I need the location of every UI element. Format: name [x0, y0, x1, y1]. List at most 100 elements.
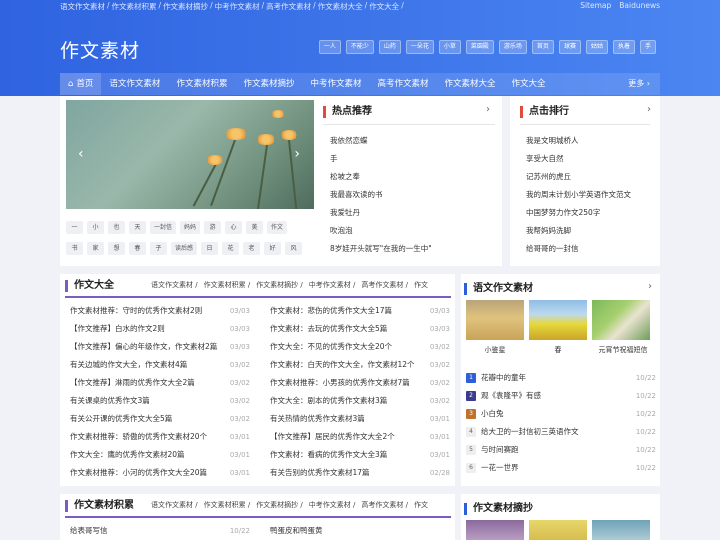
tab[interactable]: 作文素材积累 /	[204, 500, 251, 510]
thumbnail-caption[interactable]: 小鉴星	[466, 345, 524, 355]
list-item[interactable]: 作文素材：去玩的优秀作文大全5篇 03/03	[270, 320, 450, 338]
keyword-tag[interactable]: 老	[243, 242, 261, 255]
list-item[interactable]: 我爱牡丹	[330, 204, 432, 222]
list-item[interactable]: 我帮妈妈洗脚	[526, 222, 631, 240]
nav-item[interactable]: 作文素材大全	[437, 73, 504, 95]
thumbnail-caption[interactable]: 元宵节祝福短信	[592, 345, 654, 355]
nav-item[interactable]: 高考作文素材	[369, 73, 436, 95]
nav-item[interactable]: 作文大全	[504, 73, 554, 95]
tab[interactable]: 作文素材摘抄 /	[256, 280, 303, 290]
tab[interactable]: 中考作文素材 /	[309, 280, 356, 290]
list-item[interactable]: 我最喜欢读的书	[330, 186, 432, 204]
site-logo[interactable]: 作文素材	[60, 36, 140, 63]
nav-home[interactable]: ⌂ 首页	[60, 73, 102, 95]
keyword-tag[interactable]: 日	[201, 242, 219, 255]
keyword-tag[interactable]: 春	[129, 242, 146, 255]
list-item[interactable]: 【作文推荐】偏心的年级作文，作文素材2篇 03/03	[70, 338, 250, 356]
tab[interactable]: 作文	[414, 500, 428, 510]
thumbnail-image[interactable]	[466, 300, 524, 340]
list-item[interactable]: 给哥哥的一封信	[526, 240, 631, 258]
thumbnail-image[interactable]	[529, 520, 587, 540]
keyword-tag[interactable]: 风	[285, 242, 303, 255]
list-item[interactable]: 有关公开课的优秀作文大全5篇 03/02	[70, 410, 250, 428]
list-item[interactable]: 作文大全：剧本的优秀作文素材3篇 03/02	[270, 392, 450, 410]
tab[interactable]: 作文素材积累 /	[204, 280, 251, 290]
nav-item[interactable]: 作文素材积累	[168, 73, 235, 95]
thumbnail-image[interactable]	[592, 520, 650, 540]
chevron-left-icon[interactable]: ‹	[78, 146, 84, 162]
crumb-link[interactable]: 高考作文素材	[266, 1, 311, 12]
list-item[interactable]: 我依然恋蝶	[330, 132, 432, 150]
tag-link[interactable]: 一朵花	[405, 40, 434, 54]
nav-item[interactable]: 作文素材摘抄	[235, 73, 302, 95]
list-item[interactable]: 有关告别的优秀作文素材17篇 02/28	[270, 464, 450, 482]
nav-item[interactable]: 语文作文素材	[101, 73, 168, 95]
list-item[interactable]: 作文素材：白天的作文大全，作文素材12个 03/02	[270, 356, 450, 374]
tab[interactable]: 高考作文素材 /	[361, 500, 408, 510]
list-item[interactable]: 3 小白兔 10/22	[466, 405, 656, 423]
thumbnail-caption[interactable]: 春	[529, 345, 587, 355]
tab[interactable]: 语文作文素材 /	[151, 280, 198, 290]
keyword-tag[interactable]: 美	[246, 221, 264, 234]
list-item[interactable]: 作文大全：不见的优秀作文大全20个 03/02	[270, 338, 450, 356]
list-item[interactable]: 4 给大卫的一封信初三英语作文 10/22	[466, 423, 656, 441]
keyword-tag[interactable]: 子	[150, 242, 167, 255]
tab[interactable]: 中考作文素材 /	[309, 500, 356, 510]
list-item[interactable]: 手	[330, 150, 432, 168]
tag-link[interactable]: 菜園殿	[465, 40, 494, 54]
keyword-tag[interactable]: 游	[204, 221, 222, 234]
list-item[interactable]: 作文素材推荐：小河的优秀作文大全20篇 03/01	[70, 464, 250, 482]
thumbnail-image[interactable]	[529, 300, 587, 340]
chevron-right-icon[interactable]: ›	[486, 104, 490, 115]
chevron-right-icon[interactable]: ›	[647, 104, 651, 115]
tag-link[interactable]: 首页	[531, 40, 554, 54]
chevron-right-icon[interactable]: ›	[648, 281, 652, 292]
tag-link[interactable]: 球赛	[558, 40, 581, 54]
featured-slider-image[interactable]: ‹ ›	[66, 100, 314, 209]
list-item[interactable]: 记苏州的虎丘	[526, 168, 631, 186]
tab[interactable]: 语文作文素材 /	[151, 500, 198, 510]
keyword-tag[interactable]: 花	[222, 242, 240, 255]
list-item[interactable]: 有关边城的作文大全，作文素材4篇 03/02	[70, 356, 250, 374]
tag-link[interactable]: 山药	[378, 40, 401, 54]
keyword-tag[interactable]: 小	[87, 221, 104, 234]
list-item[interactable]: 作文大全：鹰的优秀作文素材20篇 03/01	[70, 446, 250, 464]
keyword-tag[interactable]: 天	[129, 221, 146, 234]
tag-link[interactable]: 一人	[318, 40, 341, 54]
crumb-link[interactable]: 作文素材摘抄	[163, 1, 208, 12]
keyword-tag[interactable]: 妈妈	[180, 221, 201, 234]
list-item[interactable]: 鸭蛋皮和鸭蛋黄	[270, 522, 450, 540]
list-item[interactable]: 【作文推荐】淋雨的优秀作文大全2篇 03/02	[70, 374, 250, 392]
tag-link[interactable]: 小草	[438, 40, 461, 54]
keyword-tag[interactable]: 也	[108, 221, 125, 234]
list-item[interactable]: 【作文推荐】白水的作文2则 03/03	[70, 320, 250, 338]
keyword-tag[interactable]: 书	[66, 242, 83, 255]
tag-link[interactable]: 不能少	[345, 40, 374, 54]
list-item[interactable]: 作文素材：悲伤的优秀作文大全17篇 03/03	[270, 302, 450, 320]
list-item[interactable]: 我的周末计划小学英语作文范文	[526, 186, 631, 204]
tag-link[interactable]: 游乐场	[498, 40, 527, 54]
keyword-tag[interactable]: 读后感	[171, 242, 198, 255]
list-item[interactable]: 8岁娃开头就写"在我的一生中"	[330, 240, 432, 258]
keyword-tag[interactable]: 心	[225, 221, 243, 234]
crumb-link[interactable]: 作文素材大全	[318, 1, 363, 12]
chevron-right-icon[interactable]: ›	[294, 146, 300, 162]
sitemap-link[interactable]: Sitemap	[580, 1, 611, 10]
list-item[interactable]: 作文素材：看病的优秀作文大全3篇 03/01	[270, 446, 450, 464]
list-item[interactable]: 1 花瓣中的童年 10/22	[466, 369, 656, 387]
tag-link[interactable]: 姑姑	[585, 40, 608, 54]
crumb-link[interactable]: 作文大全	[369, 1, 399, 12]
keyword-tag[interactable]: 作文	[267, 221, 288, 234]
list-item[interactable]: 有关课桌的优秀作文3篇 03/02	[70, 392, 250, 410]
crumb-link[interactable]: 作文素材积累	[112, 1, 157, 12]
tab[interactable]: 作文素材摘抄 /	[256, 500, 303, 510]
tag-link[interactable]: 手	[639, 40, 656, 54]
nav-item[interactable]: 中考作文素材	[302, 73, 369, 95]
crumb-link[interactable]: 语文作文素材	[60, 1, 105, 12]
keyword-tag[interactable]: 一封信	[150, 221, 177, 234]
list-item[interactable]: 吹泡泡	[330, 222, 432, 240]
list-item[interactable]: 6 一花一世界 10/22	[466, 459, 656, 477]
crumb-link[interactable]: 中考作文素材	[215, 1, 260, 12]
list-item[interactable]: 我是文明城桥人	[526, 132, 631, 150]
keyword-tag[interactable]: 家	[87, 242, 104, 255]
